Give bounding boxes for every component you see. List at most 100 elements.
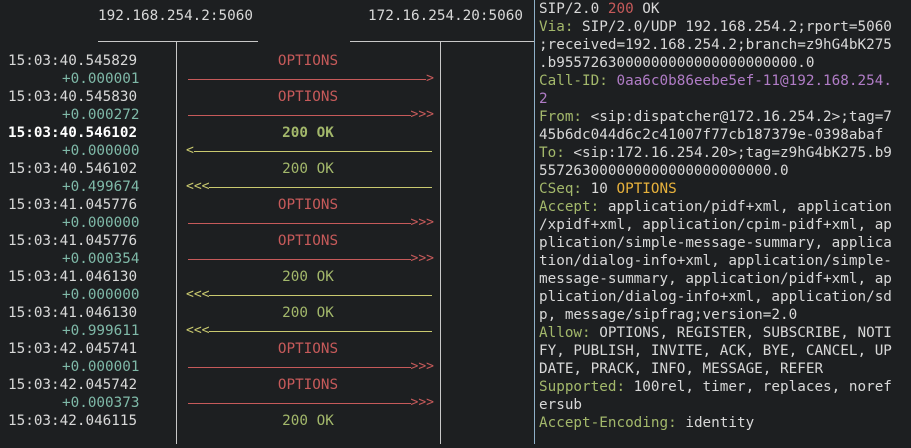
message-method-label: 200 OK [282, 125, 334, 141]
message-arrow-right: >>> [188, 394, 434, 412]
message-row[interactable]: 15:03:41.046130 200 OK [0, 304, 534, 322]
message-arrow-left: <<< [186, 322, 432, 340]
message-delta-row[interactable]: +0.999611 <<< [0, 322, 534, 340]
header-value: <sip:172.16.254.20>;tag=z9hG4bK275.b9 [564, 145, 892, 161]
message-delta-row[interactable] [0, 430, 534, 448]
header-value: identity [676, 415, 755, 431]
header-value: OK [633, 1, 660, 17]
header-name: Accept: [539, 199, 600, 215]
message-method-label: OPTIONS [277, 53, 339, 69]
message-delta: +0.000000 [62, 215, 140, 231]
message-delta-row[interactable]: +0.000001 >>> [0, 358, 534, 376]
header-value: 0aa6c0b86eebe5ef-11@192.168.254. [607, 73, 892, 89]
header-name: To: [539, 145, 565, 161]
header-value: /xpidf+xml, application/cpim-pidf+xml, a… [539, 217, 892, 233]
message-delta: +0.000354 [62, 251, 140, 267]
message-delta-row[interactable]: +0.000272 >>> [0, 106, 534, 124]
arrow-head-icon: >>> [410, 250, 434, 268]
header-value: tion/dialog-info+xml, application/simple… [539, 253, 892, 269]
header-line: message-summary, application/pidf+xml, a… [539, 270, 911, 288]
header-value: OPTIONS [616, 181, 677, 197]
message-delta-row[interactable]: +0.000001 > [0, 70, 534, 88]
header-value: application/pidf+xml, application [599, 199, 892, 215]
message-timestamp: 15:03:42.045741 [8, 341, 138, 357]
header-line: ersub [539, 396, 911, 414]
header-name: Accept-Encoding: [539, 415, 677, 431]
header-value: .b9557263000000000000000000000.0 [539, 55, 815, 71]
arrow-head-icon: <<< [186, 178, 210, 196]
header-line: tion/dialog-info+xml, application/simple… [539, 252, 911, 270]
message-delta-row[interactable]: +0.000000 < [0, 142, 534, 160]
call-flow-pane[interactable]: 192.168.254.2:5060 172.16.254.20:5060 15… [0, 0, 534, 444]
message-method-label: OPTIONS [277, 233, 339, 249]
message-timestamp: 15:03:42.046115 [8, 413, 138, 429]
message-method-label: OPTIONS [277, 89, 339, 105]
arrow-head-icon: >>> [410, 106, 434, 124]
message-delta-row[interactable]: +0.000000 >>> [0, 214, 534, 232]
message-delta: +0.000000 [62, 287, 140, 303]
endpoint-b-underline [350, 41, 534, 42]
message-delta-row[interactable]: +0.499674 <<< [0, 178, 534, 196]
header-line: DATE, PRACK, INFO, MESSAGE, REFER [539, 360, 911, 378]
message-method-label: 200 OK [282, 161, 334, 177]
message-arrow-right: >>> [188, 214, 434, 232]
header-line: Supported: 100rel, timer, replaces, nore… [539, 378, 911, 396]
message-delta-row[interactable]: +0.000354 >>> [0, 250, 534, 268]
arrow-head-icon: <<< [186, 286, 210, 304]
header-value: plication/dialog-info+xml, application/s… [539, 289, 892, 305]
message-delta-row[interactable]: +0.000000 <<< [0, 286, 534, 304]
message-row[interactable]: 15:03:40.545829 OPTIONS [0, 52, 534, 70]
message-timestamp: 15:03:41.046130 [8, 305, 138, 321]
header-value: <sip:dispatcher@172.16.254.2>;tag=7 [582, 109, 892, 125]
header-value: 557263000000000000000000000.0 [539, 163, 789, 179]
arrow-head-icon: >>> [410, 358, 434, 376]
header-line: 2 [539, 90, 911, 108]
message-arrow-right: >>> [188, 250, 434, 268]
header-line: SIP/2.0 200 OK [539, 0, 911, 18]
header-name: From: [539, 109, 583, 125]
header-value: plication/simple-message-summary, applic… [539, 235, 892, 251]
arrow-head-icon: <<< [186, 322, 210, 340]
pane-divider[interactable] [534, 0, 535, 444]
message-row[interactable]: 15:03:41.045776 OPTIONS [0, 196, 534, 214]
message-delta: +0.000001 [62, 359, 140, 375]
header-line: To: <sip:172.16.254.20>;tag=z9hG4bK275.b… [539, 144, 911, 162]
header-line: Accept: application/pidf+xml, applicatio… [539, 198, 911, 216]
message-detail-pane[interactable]: SIP/2.0 200 OK Via: SIP/2.0/UDP 192.168.2… [539, 0, 911, 432]
message-method-label: 200 OK [282, 305, 334, 321]
message-row[interactable]: 15:03:42.045742 OPTIONS [0, 376, 534, 394]
message-method-label: OPTIONS [277, 377, 339, 393]
message-delta: +0.999611 [62, 323, 140, 339]
header-line: 45b6dc044d6c2c41007f77cb187379e-0398abaf [539, 126, 911, 144]
header-name: CSeq: [539, 181, 583, 197]
message-row[interactable]: 15:03:41.046130 200 OK [0, 268, 534, 286]
message-row[interactable]: 15:03:41.045776 OPTIONS [0, 232, 534, 250]
message-method-label: OPTIONS [277, 197, 339, 213]
arrow-head-icon: < [186, 142, 194, 160]
header-line: /xpidf+xml, application/cpim-pidf+xml, a… [539, 216, 911, 234]
header-line: Call-ID: 0aa6c0b86eebe5ef-11@192.168.254… [539, 72, 911, 90]
header-line: plication/dialog-info+xml, application/s… [539, 288, 911, 306]
arrow-head-icon: >>> [410, 394, 434, 412]
message-timestamp: 15:03:41.046130 [8, 269, 138, 285]
message-row[interactable]: 15:03:42.045741 OPTIONS [0, 340, 534, 358]
header-name: Call-ID: [539, 73, 608, 89]
header-value: SIP/2.0 [539, 1, 608, 17]
header-value: ersub [539, 397, 583, 413]
message-delta: +0.000272 [62, 107, 140, 123]
header-value: FY, PUBLISH, INVITE, ACK, BYE, CANCEL, U… [539, 343, 892, 359]
header-line: Via: SIP/2.0/UDP 192.168.254.2;rport=506… [539, 18, 911, 36]
header-line: .b9557263000000000000000000000.0 [539, 54, 911, 72]
message-row[interactable]: 15:03:40.545830 OPTIONS [0, 88, 534, 106]
message-timestamp: 15:03:40.545829 [8, 53, 138, 69]
message-delta-row[interactable]: +0.000373 >>> [0, 394, 534, 412]
message-timestamp: 15:03:40.546102 [8, 161, 138, 177]
header-line: plication/simple-message-summary, applic… [539, 234, 911, 252]
message-row[interactable]: 15:03:40.546102 200 OK [0, 124, 534, 142]
message-timestamp: 15:03:40.545830 [8, 89, 138, 105]
header-value: p, message/sipfrag;version=2.0 [539, 307, 798, 323]
message-row[interactable]: 15:03:42.046115 200 OK [0, 412, 534, 430]
message-row[interactable]: 15:03:40.546102 200 OK [0, 160, 534, 178]
message-delta: +0.000000 [62, 143, 140, 159]
header-value: 100rel, timer, replaces, noref [625, 379, 892, 395]
